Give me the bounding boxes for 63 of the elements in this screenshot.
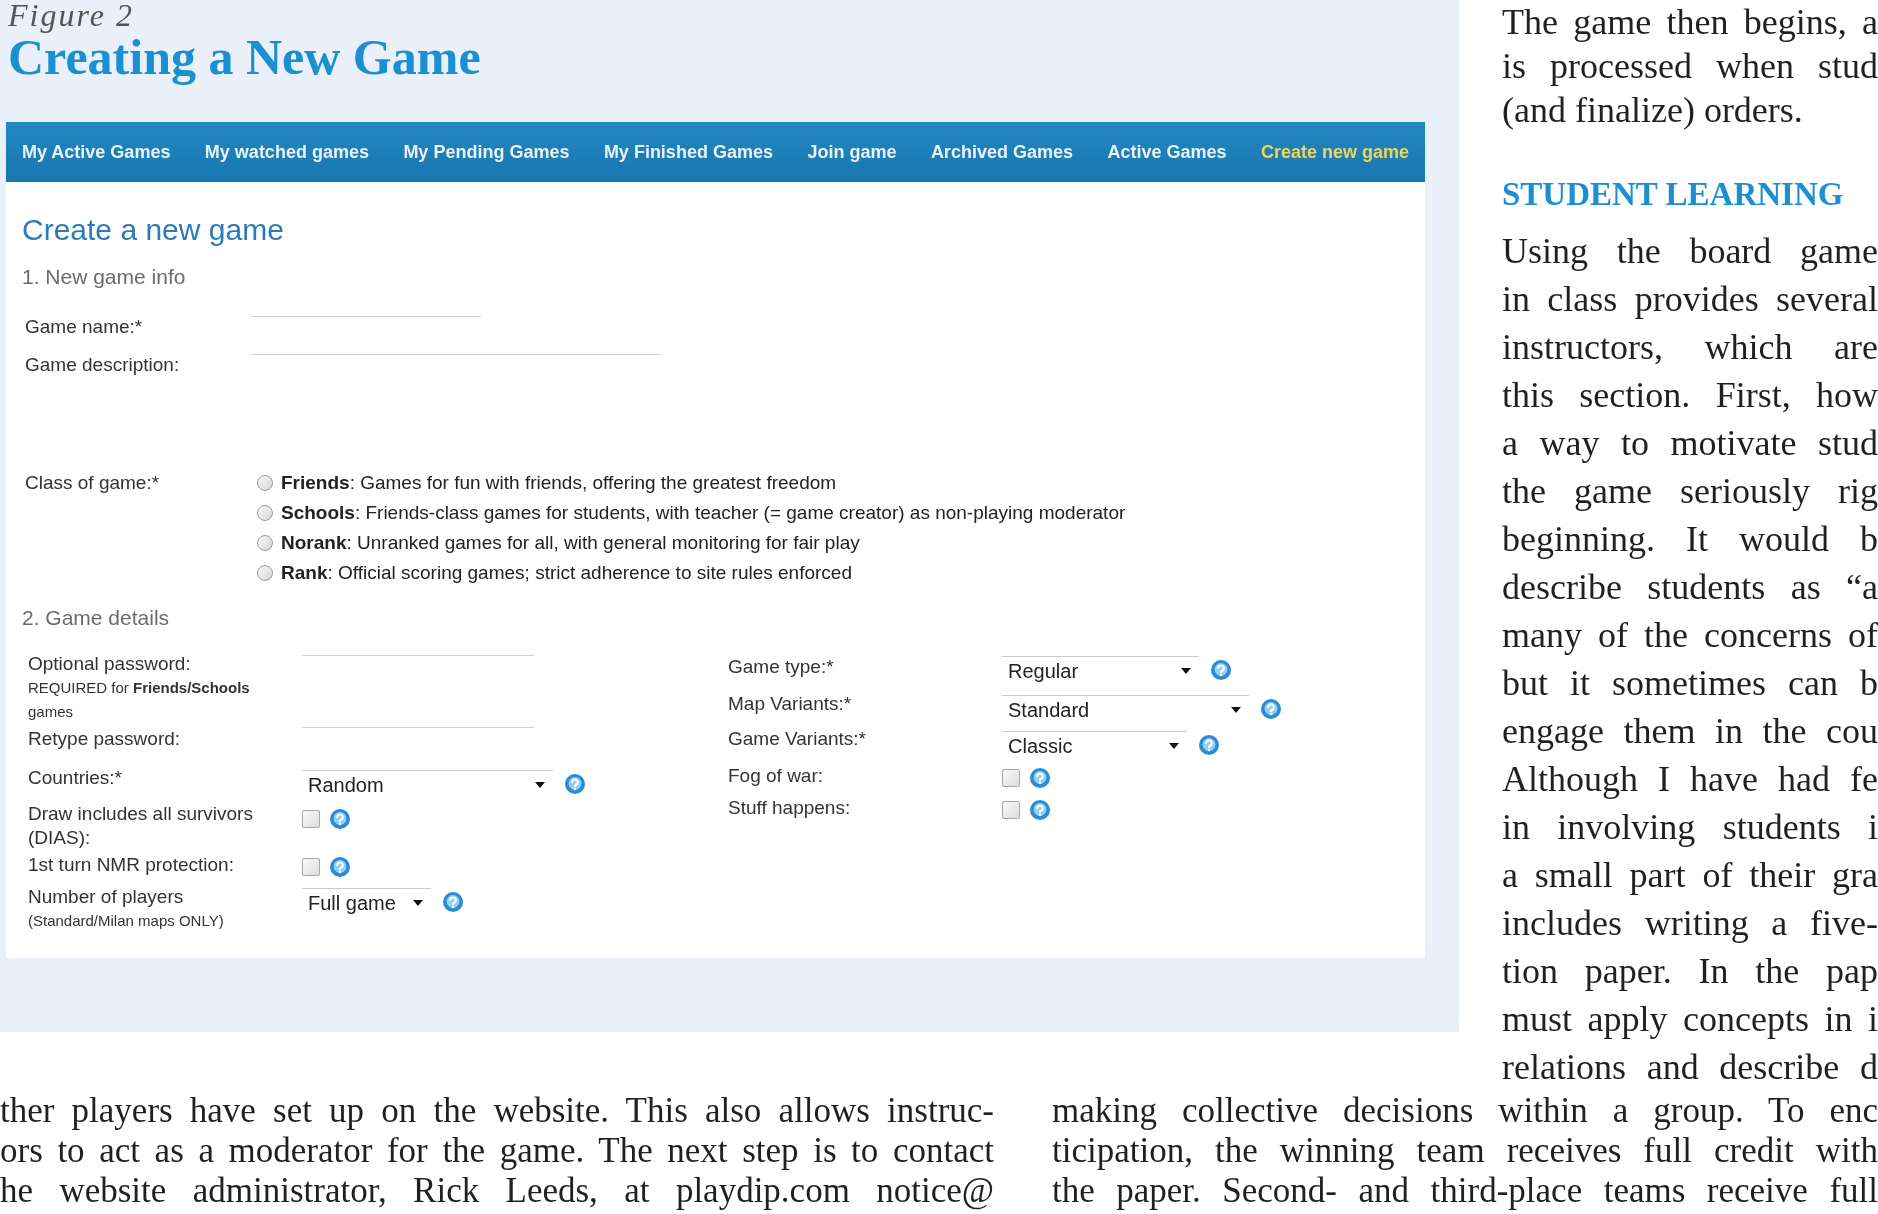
field-label: Optional password: [28,652,191,676]
section-title: 1. New game info [22,264,186,290]
help-icon[interactable] [1261,699,1281,719]
dropdown[interactable]: Full game [302,888,431,916]
help-icon[interactable] [443,892,463,912]
field-note: (Standard/Milan maps ONLY) [28,911,225,931]
radio-button[interactable] [257,475,273,491]
nav-tab[interactable]: My Pending Games [403,140,570,164]
field-label: Stuff happens: [728,796,851,820]
help-icon[interactable] [1030,800,1050,820]
field-label: Draw includes all survivors (DIAS): [28,802,254,850]
caret-icon [535,781,545,788]
field-label: Countries:* [28,766,122,790]
nav-tab[interactable]: Join game [807,140,897,164]
dropdown[interactable]: Regular [1002,656,1199,684]
nav-tab[interactable]: My Finished Games [603,140,773,164]
radio-label: Friends: Games for fun with friends, offering the greatest freedom [281,472,837,494]
help-icon[interactable] [330,857,350,877]
checkbox[interactable] [1002,769,1020,787]
nav-tab[interactable]: Create new game [1260,140,1409,164]
radio-button[interactable] [257,535,273,551]
field-label: Game name:* [25,316,143,338]
field-label: Class of game:* [25,472,160,494]
caret-icon [1231,706,1241,713]
radio-button[interactable] [257,505,273,521]
nav-tab[interactable]: Active Games [1107,140,1227,164]
radio-label: Rank: Official scoring games; strict adherence to site rules enforced [281,562,852,584]
help-icon[interactable] [1199,735,1219,755]
radio-label: Schools: Friends-class games for students, with teacher (= game creator) as non-playing moderator [281,502,1126,524]
field-label: Number of players [28,885,184,909]
field-label: Game type:* [728,655,834,679]
dropdown[interactable]: Classic [1002,731,1187,759]
radio-button[interactable] [257,565,273,581]
paragraph-text: The game then begins, a is processed when stud (and finalize) orders. [1502,1,1878,132]
paragraph-text: ther players have set up on the website. This also allows instruc- ors to act as a moderator for the game. The next step is to contact he website administrator, Rick Leeds, at playdip.com notice@ [0,1091,994,1211]
paragraph-text: Using the board game in class provides several instructors, which are this section. First, how a way to motivate stud the game seriously rig beginning. It would b describe students as “a many of the concerns of but it sometimes can b engage them in the cou Although I have had fe in involving students i a small part of their gra includes writing a five- tion paper. In the pap must apply concepts in i relations and describe d [1502,230,1878,1089]
help-icon[interactable] [1030,768,1050,788]
caret-icon [413,899,423,906]
section-heading: STUDENT LEARNING [1502,175,1844,214]
section-title: 2. Game details [22,605,170,631]
form-heading: Create a new game [22,212,284,248]
field-label: Fog of war: [728,764,824,788]
field-label: Map Variants:* [728,692,852,716]
checkbox[interactable] [302,810,320,828]
nav-tab[interactable]: Archived Games [930,140,1073,164]
field-label: Retype password: [28,727,181,751]
field-label: 1st turn NMR protection: [28,853,234,877]
nav-tab[interactable]: My Active Games [22,140,171,164]
caret-icon [1169,742,1179,749]
dropdown[interactable]: Random [302,770,553,798]
dropdown[interactable]: Standard [1002,695,1249,723]
field-label: Game description: [25,354,180,376]
nav-tab[interactable]: My watched games [204,140,369,164]
field-note: REQUIRED for Friends/Schools games [28,678,251,722]
checkbox[interactable] [302,858,320,876]
radio-label: Norank: Unranked games for all, with general monitoring for fair play [281,532,860,554]
field-label: Game Variants:* [728,727,866,751]
help-icon[interactable] [330,809,350,829]
paragraph-text: making collective decisions within a group. To enc ticipation, the winning team receives full credit with the paper. Second- and third-place teams receive full [1052,1091,1878,1211]
help-icon[interactable] [1211,660,1231,680]
help-icon[interactable] [565,774,585,794]
caret-icon [1181,667,1191,674]
checkbox[interactable] [1002,801,1020,819]
